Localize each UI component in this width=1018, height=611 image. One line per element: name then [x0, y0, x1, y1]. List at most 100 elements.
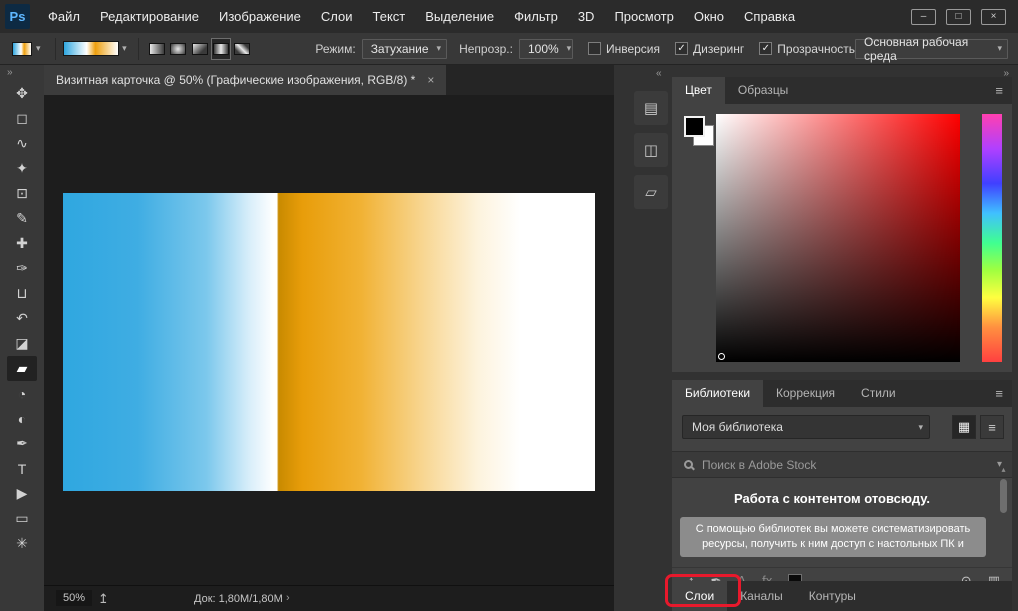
dodge-tool[interactable]: ◐ [7, 406, 37, 431]
chevron-down-icon: ▾ [989, 43, 1002, 54]
angle-gradient-button[interactable] [189, 38, 209, 60]
tab-color[interactable]: Цвет [672, 77, 725, 104]
checkbox-label: Инверсия [606, 42, 660, 56]
type-tool[interactable]: T [7, 456, 37, 481]
divider [138, 38, 139, 60]
mode-label: Режим: [315, 42, 355, 56]
shape-tool[interactable]: ▭ [7, 506, 37, 531]
diamond-gradient-button[interactable] [232, 38, 252, 60]
checkbox-label: Прозрачность [777, 42, 855, 56]
close-button[interactable]: × [981, 9, 1006, 25]
grid-view-button[interactable]: ▦ [952, 415, 976, 439]
search-placeholder: Поиск в Adobe Stock [702, 458, 816, 472]
adobe-stock-search[interactable]: Поиск в Adobe Stock ▾ [672, 451, 1012, 478]
menu-help[interactable]: Справка [734, 0, 805, 33]
panel-menu-icon[interactable]: ≡ [995, 83, 1003, 98]
checkbox-box: ✓ [759, 42, 772, 55]
transparency-checkbox[interactable]: ✓ Прозрачность [759, 42, 855, 56]
expand-panels-icon[interactable]: « [656, 68, 661, 79]
menu-image[interactable]: Изображение [209, 0, 311, 33]
gradient-picker-chevron[interactable]: ▾ [119, 40, 130, 58]
list-view-button[interactable]: ≡ [980, 415, 1004, 439]
eyedropper-tool[interactable]: ✎ [7, 206, 37, 231]
eraser-tool[interactable]: ◪ [7, 331, 37, 356]
tab-styles[interactable]: Стили [848, 380, 909, 407]
history-brush-tool[interactable]: ↶ [7, 306, 37, 331]
window-controls: – □ × [911, 9, 1006, 25]
library-select[interactable]: Моя библиотека ▾ [682, 415, 930, 439]
blend-mode-select[interactable]: Затухание ▾ [362, 39, 447, 59]
canvas-image[interactable] [63, 193, 595, 491]
menu-type[interactable]: Текст [363, 0, 416, 33]
color-cursor[interactable] [718, 353, 725, 360]
tab-paths[interactable]: Контуры [796, 581, 869, 611]
tab-layers[interactable]: Слои [672, 581, 727, 611]
libraries-heading: Работа с контентом отовсюду. [672, 491, 992, 506]
path-selection-tool[interactable]: ▶ [7, 481, 37, 506]
tool-preset-picker[interactable]: ▾ [12, 42, 41, 56]
clone-stamp-tool[interactable]: ⊔ [7, 281, 37, 306]
opacity-select[interactable]: 100% ▾ [519, 39, 573, 59]
pen-tool[interactable]: ✒ [7, 431, 37, 456]
invert-checkbox[interactable]: Инверсия [588, 42, 660, 56]
menu-file[interactable]: Файл [38, 0, 90, 33]
close-tab-icon[interactable]: × [427, 73, 434, 87]
marquee-tool[interactable]: ◻ [7, 106, 37, 131]
status-bar: 50% ↥ Док: 1,80M/1,80M › [44, 585, 614, 611]
radial-gradient-button[interactable] [168, 38, 188, 60]
workspace-select[interactable]: Основная рабочая среда ▾ [855, 39, 1008, 59]
brush-tool[interactable]: ✑ [7, 256, 37, 281]
glyphs-panel-icon[interactable]: ▱ [634, 175, 668, 209]
document-tab[interactable]: Визитная карточка @ 50% (Графические изо… [44, 65, 446, 95]
chevron-down-icon: ▾ [559, 43, 572, 54]
crop-tool[interactable]: ⊡ [7, 181, 37, 206]
divider [55, 38, 56, 60]
menu-bar: Файл Редактирование Изображение Слои Тек… [38, 0, 805, 33]
document-tab-title: Визитная карточка @ 50% (Графические изо… [56, 73, 415, 87]
menu-3d[interactable]: 3D [568, 0, 605, 33]
opacity-label: Непрозр.: [459, 42, 513, 56]
reflected-gradient-button[interactable] [211, 38, 231, 60]
menu-edit[interactable]: Редактирование [90, 0, 209, 33]
tab-libraries[interactable]: Библиотеки [672, 380, 763, 407]
panel-menu-icon[interactable]: ≡ [995, 386, 1003, 401]
gradient-preview[interactable] [63, 41, 118, 56]
menu-select[interactable]: Выделение [415, 0, 504, 33]
gradient-tool[interactable]: ▰ [7, 356, 37, 381]
zoom-level[interactable]: 50% [56, 590, 92, 606]
tab-swatches[interactable]: Образцы [725, 77, 801, 104]
move-tool[interactable]: ✥ [7, 81, 37, 106]
foreground-color-swatch[interactable] [684, 116, 705, 137]
scrollbar-thumb[interactable] [1000, 479, 1007, 513]
radial-gradient-icon [170, 43, 186, 55]
scroll-up-icon[interactable]: ▴ [1001, 465, 1005, 475]
document-size-info: Док: 1,80M/1,80M [194, 593, 283, 605]
checkbox-label: Дизеринг [693, 42, 744, 56]
dither-checkbox[interactable]: ✓ Дизеринг [675, 42, 744, 56]
hue-slider[interactable] [982, 114, 1002, 362]
minimize-button[interactable]: – [911, 9, 936, 25]
maximize-button[interactable]: □ [946, 9, 971, 25]
menu-view[interactable]: Просмотр [604, 0, 683, 33]
tab-channels[interactable]: Каналы [727, 581, 796, 611]
document-tab-bar: Визитная карточка @ 50% (Графические изо… [44, 65, 614, 95]
chevron-down-icon: ▾ [36, 43, 41, 54]
lasso-tool[interactable]: ∿ [7, 131, 37, 156]
healing-brush-tool[interactable]: ✚ [7, 231, 37, 256]
menu-window[interactable]: Окно [684, 0, 734, 33]
status-options-chevron[interactable]: › [286, 592, 290, 604]
linear-gradient-button[interactable] [147, 38, 167, 60]
saturation-brightness-field[interactable] [716, 114, 960, 362]
toolbox-collapse-icon[interactable]: » [0, 65, 44, 81]
checkbox-box: ✓ [675, 42, 688, 55]
menu-layers[interactable]: Слои [311, 0, 363, 33]
quick-selection-tool[interactable]: ✦ [7, 156, 37, 181]
blur-tool[interactable]: ◔ [7, 381, 37, 406]
hand-tool[interactable]: ✳ [7, 531, 37, 556]
color-panel-tabs: Цвет Образцы ≡ [672, 77, 1012, 104]
tab-adjustments[interactable]: Коррекция [763, 380, 848, 407]
adjustments-panel-icon[interactable]: ◫ [634, 133, 668, 167]
properties-panel-icon[interactable]: ▤ [634, 91, 668, 125]
menu-filter[interactable]: Фильтр [504, 0, 568, 33]
export-icon[interactable]: ↥ [98, 591, 109, 607]
